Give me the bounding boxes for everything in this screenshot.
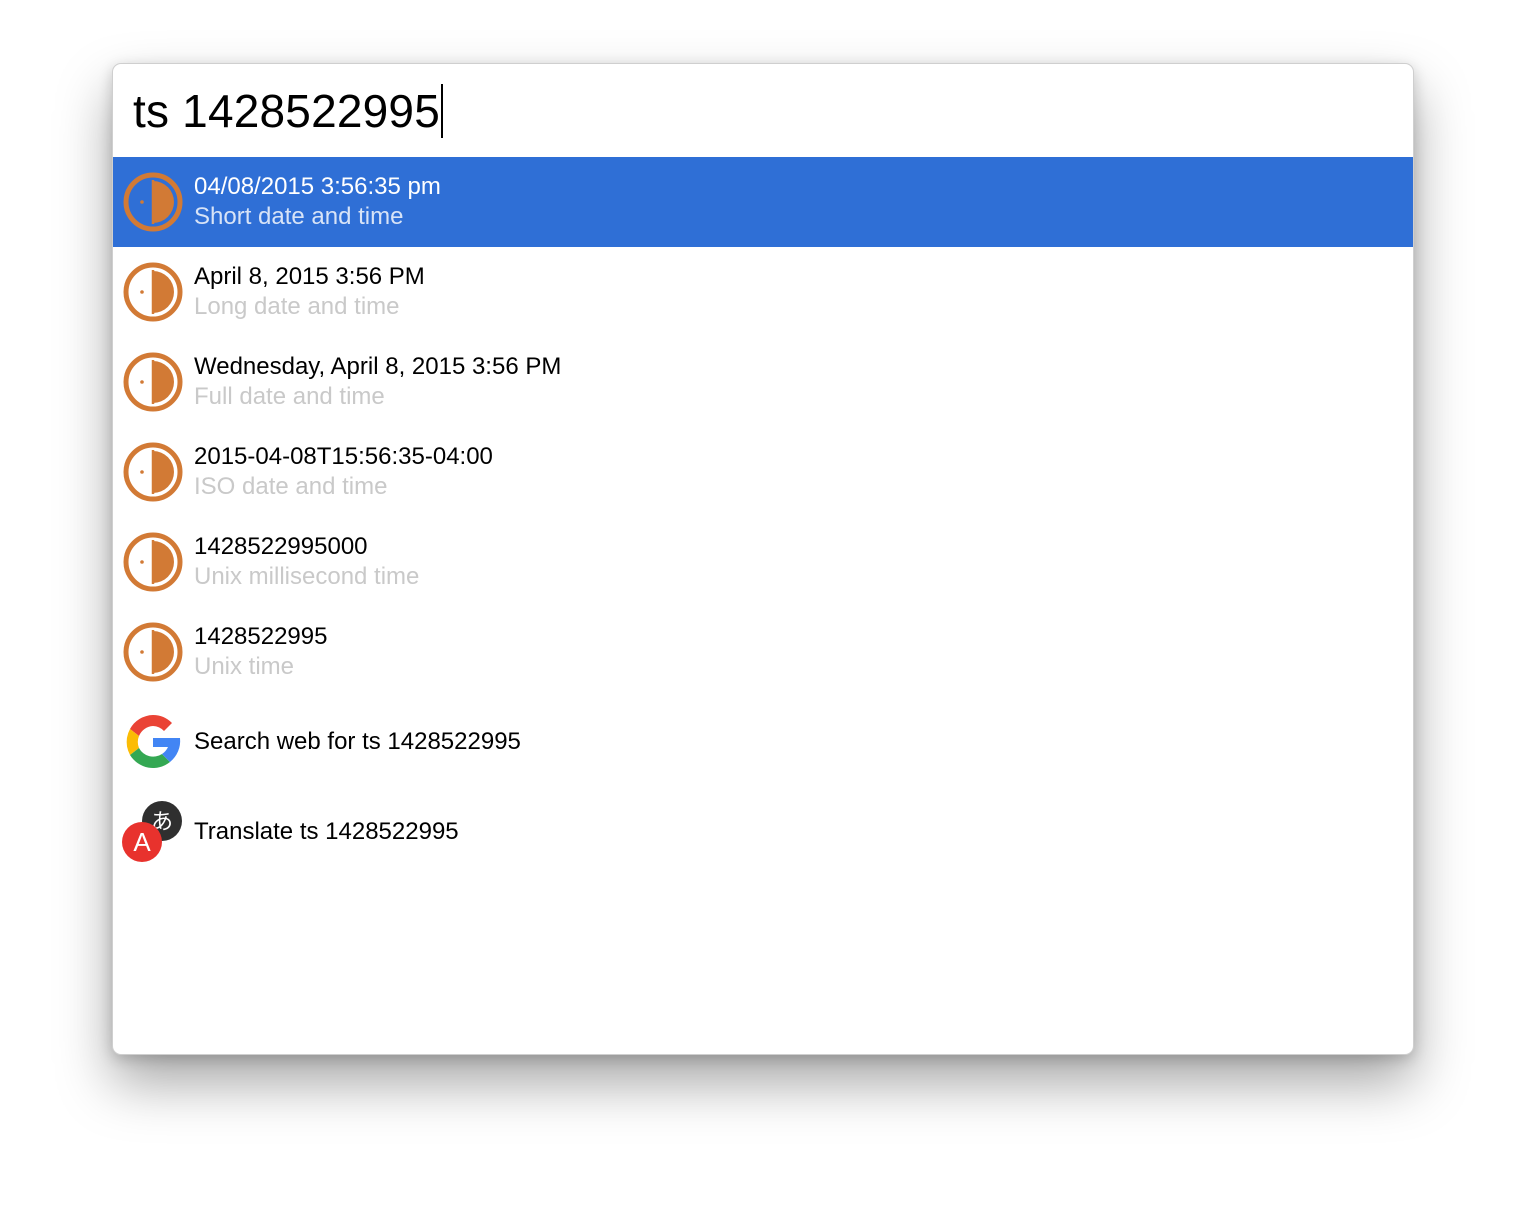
timestamp-icon xyxy=(122,621,184,683)
launcher-window: ts 1428522995 04/08/2015 3:56:35 pm Shor… xyxy=(112,63,1414,1055)
svg-text:A: A xyxy=(133,827,151,857)
result-title: 1428522995000 xyxy=(194,533,368,560)
result-row[interactable]: April 8, 2015 3:56 PM Long date and time xyxy=(113,247,1413,337)
result-row[interactable]: Wednesday, April 8, 2015 3:56 PM Full da… xyxy=(113,337,1413,427)
result-title: 04/08/2015 3:56:35 pm xyxy=(194,173,441,200)
result-title: 1428522995 xyxy=(194,623,328,650)
result-title: 2015-04-08T15:56:35-04:00 xyxy=(194,443,493,470)
result-subtitle: Unix time xyxy=(194,653,295,680)
timestamp-icon xyxy=(122,531,184,593)
timestamp-icon xyxy=(122,261,184,323)
timestamp-icon xyxy=(122,441,184,503)
timestamp-icon xyxy=(122,351,184,413)
result-row[interactable]: 1428522995 Unix time xyxy=(113,607,1413,697)
search-input[interactable]: ts 1428522995 xyxy=(133,88,440,134)
timestamp-icon xyxy=(122,171,184,233)
translate-icon: あ A xyxy=(122,801,184,863)
result-subtitle: Long date and time xyxy=(194,293,400,320)
result-row[interactable]: 1428522995000 Unix millisecond time xyxy=(113,517,1413,607)
google-icon xyxy=(122,711,184,773)
results-list: 04/08/2015 3:56:35 pm Short date and tim… xyxy=(113,157,1413,877)
result-row[interactable]: 2015-04-08T15:56:35-04:00 ISO date and t… xyxy=(113,427,1413,517)
result-subtitle: Unix millisecond time xyxy=(194,563,420,590)
result-subtitle: Short date and time xyxy=(194,203,404,230)
result-subtitle: ISO date and time xyxy=(194,473,388,500)
search-bar[interactable]: ts 1428522995 xyxy=(113,64,1413,157)
result-row-translate[interactable]: あ A Translate ts 1428522995 xyxy=(113,787,1413,877)
result-title: Search web for ts 1428522995 xyxy=(194,728,521,755)
result-row-web-search[interactable]: Search web for ts 1428522995 xyxy=(113,697,1413,787)
result-title: Wednesday, April 8, 2015 3:56 PM xyxy=(194,353,562,380)
result-subtitle: Full date and time xyxy=(194,383,385,410)
result-title: Translate ts 1428522995 xyxy=(194,818,459,845)
text-caret xyxy=(441,83,443,138)
result-title: April 8, 2015 3:56 PM xyxy=(194,263,425,290)
result-row[interactable]: 04/08/2015 3:56:35 pm Short date and tim… xyxy=(113,157,1413,247)
